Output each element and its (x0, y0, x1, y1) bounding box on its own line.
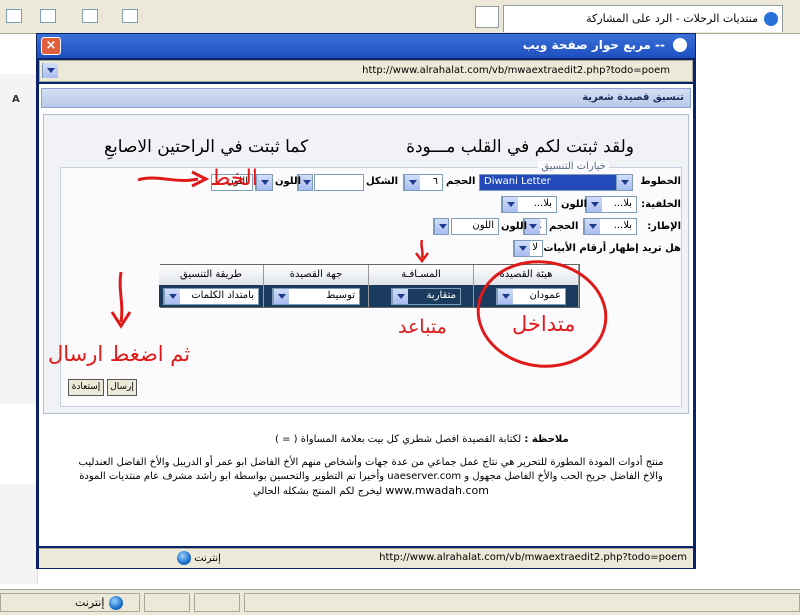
table-cell: توسيط (264, 285, 369, 307)
annotation-press-send: ثم اضغط ارسال (48, 342, 191, 366)
internet-zone-icon (109, 596, 123, 610)
browser-statusbar: إنترنت (0, 589, 800, 615)
fieldset-legend: خيارات التنسيق (538, 161, 609, 172)
ie-icon (673, 38, 687, 52)
border-color-picker[interactable] (433, 218, 449, 235)
format-method-select[interactable]: بامتداد الكلمات (163, 288, 259, 305)
table-header: طريقة التنسيق (159, 265, 264, 285)
border-color-label: اللون (501, 221, 528, 232)
bg-color-label: اللون (561, 199, 588, 210)
note-text: ملاحظة : لكتابة القصيدة افصل شطري كل بيت… (275, 434, 569, 445)
tab-active[interactable]: منتديات الرحلات - الرد على المشاركة (503, 5, 783, 32)
arrow-send-icon (110, 271, 132, 329)
credits-line-3: ليخرج لكم المنتج بشكله الحالي (253, 486, 383, 497)
status-message-cell (244, 593, 800, 612)
close-button[interactable]: × (41, 37, 61, 55)
border-color-select[interactable]: اللون (451, 218, 499, 235)
table-header: المسـافـة (369, 265, 474, 285)
ie-icon (764, 12, 778, 26)
border-size-label: الحجم (549, 221, 579, 232)
internet-zone-icon (177, 551, 191, 565)
section-header: تنسيق قصيدة شعرية (41, 88, 691, 108)
poem-hemistich-2: كما ثبتت في الراحتين الاصابعِ (104, 137, 309, 157)
table-cell: متقاربة (369, 285, 474, 307)
table-cell: بامتداد الكلمات (159, 285, 264, 307)
credits-text: منتج أدوات المودة المطورة للتحرير هي نتا… (51, 456, 691, 499)
document-icon[interactable] (6, 9, 22, 23)
background-select[interactable]: بلا... (585, 196, 637, 213)
size-label: الحجم (446, 176, 476, 187)
shape-input[interactable] (314, 174, 364, 191)
status-privacy-cell (194, 593, 240, 612)
note-label: ملاحظة : (524, 434, 569, 445)
address-dropdown[interactable] (42, 63, 58, 80)
border-label: الإطار: (647, 221, 681, 232)
poem-preview: ولقد ثبتت لكم في القلب مـــودة كما ثبتت … (104, 137, 664, 163)
browser-toolbar: منتديات الرحلات - الرد على المشاركة (0, 0, 800, 34)
arrow-font-icon (137, 170, 210, 188)
size-select[interactable]: ٦ (403, 174, 443, 191)
send-button[interactable]: إرسال (107, 379, 137, 396)
font-select[interactable]: Diwani Letter (479, 174, 633, 191)
table-header: جهة القصيدة (264, 265, 369, 285)
dialog-status-zone: إنترنت (177, 551, 221, 565)
feed-icon[interactable] (82, 9, 98, 23)
spacing-select[interactable]: متقاربة (391, 288, 461, 305)
dialog-titlebar: -- مربع حوار صفحة ويب × (37, 34, 695, 58)
arrow-spacing-icon (415, 239, 429, 264)
color-label: اللون (275, 176, 302, 187)
bg-color-select[interactable]: بلا... (501, 196, 557, 213)
print-icon[interactable] (40, 9, 56, 23)
left-sidebar (0, 74, 38, 404)
dialog-addressbar: http://www.alrahalat.com/vb/mwaextraedit… (39, 60, 693, 82)
background-label: الخلفية: (641, 199, 681, 210)
font-label: الخطوط (640, 176, 681, 187)
credits-url[interactable]: www.mwadah.com (385, 484, 489, 497)
shape-label: الشكل (366, 176, 399, 187)
annotation-layout: متداخل (512, 312, 576, 336)
credits-line-1: منتج أدوات المودة المطورة للتحرير هي نتا… (78, 457, 664, 468)
tab-title: منتديات الرحلات - الرد على المشاركة (586, 12, 758, 25)
annotation-spacing: متباعد (398, 316, 447, 338)
dialog-title: -- مربع حوار صفحة ويب (522, 38, 665, 52)
alignment-select[interactable]: توسيط (272, 288, 360, 305)
new-tab-button[interactable] (475, 6, 499, 28)
credits-line-2: والاخ الفاضل جريح الحب والأخ الفاضل مجهو… (79, 471, 663, 482)
status-zone-cell: إنترنت (0, 593, 140, 612)
dialog-url: http://www.alrahalat.com/vb/mwaextraedit… (362, 65, 670, 76)
left-sidebar-lower (0, 484, 38, 584)
dialog-status-url: http://www.alrahalat.com/vb/mwaextraedit… (379, 552, 687, 563)
home-icon[interactable] (122, 9, 138, 23)
reset-button[interactable]: إستعادة (68, 379, 104, 396)
status-security-cell (144, 593, 190, 612)
dialog-statusbar: http://www.alrahalat.com/vb/mwaextraedit… (39, 548, 693, 568)
border-select[interactable]: بلا... (583, 218, 637, 235)
text-size-icon[interactable]: A (12, 94, 20, 105)
verse-numbers-label: هل تريد إظهار أرقام الأبيات ؟ (534, 243, 681, 254)
verse-numbers-select[interactable]: لا (513, 240, 543, 257)
poem-hemistich-1: ولقد ثبتت لكم في القلب مـــودة (406, 137, 634, 157)
annotation-font: الخط (210, 166, 258, 191)
